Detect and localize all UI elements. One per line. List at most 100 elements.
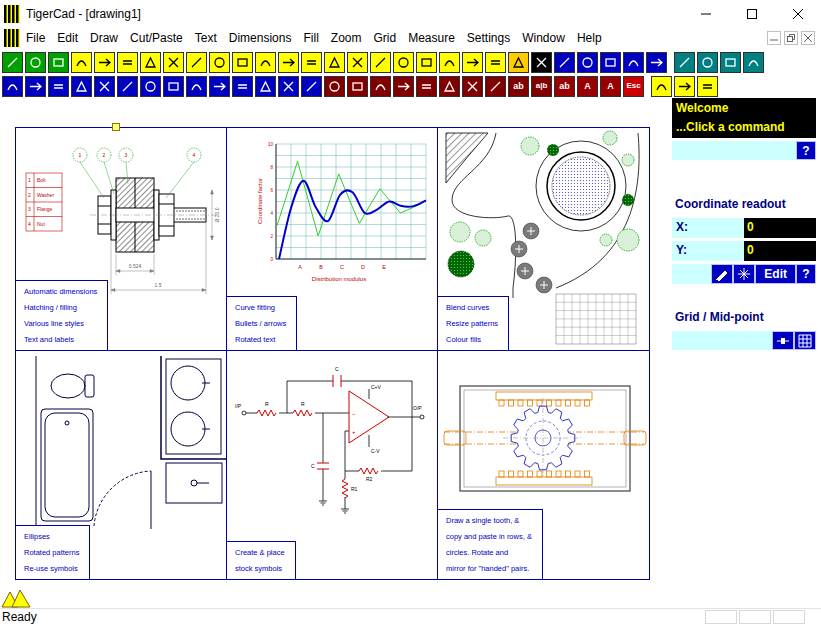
toolbar-button[interactable] — [186, 52, 207, 73]
svg-text:1: 1 — [79, 152, 82, 158]
document-restore-button[interactable] — [784, 31, 798, 45]
help-button[interactable]: ? — [796, 264, 816, 284]
menu-item[interactable]: Help — [571, 31, 608, 45]
maximize-button[interactable] — [729, 0, 775, 28]
toolbar-button[interactable]: ab — [554, 76, 575, 97]
toolbar-button[interactable]: A — [600, 76, 621, 97]
document-minimize-button[interactable] — [767, 31, 781, 45]
toolbar-button[interactable] — [324, 76, 345, 97]
toolbar-button[interactable] — [232, 76, 253, 97]
toolbar-button[interactable] — [255, 52, 276, 73]
toolbar-button[interactable] — [163, 52, 184, 73]
toolbar-button[interactable] — [140, 76, 161, 97]
menu-item[interactable]: Window — [516, 31, 571, 45]
toolbar-button[interactable] — [439, 76, 460, 97]
tool-icon — [465, 79, 480, 94]
toolbar-button[interactable]: ab — [508, 76, 529, 97]
menu-item[interactable]: Draw — [84, 31, 124, 45]
toolbar-button[interactable] — [278, 52, 299, 73]
toolbar-button[interactable] — [48, 52, 69, 73]
toolbar-button[interactable] — [623, 52, 644, 73]
toolbar-button[interactable] — [439, 52, 460, 73]
toolbar-button[interactable] — [278, 76, 299, 97]
toolbar-button[interactable] — [255, 76, 276, 97]
toolbar-button[interactable]: Esc — [623, 76, 644, 97]
toolbar-button[interactable] — [720, 52, 741, 73]
toolbar-button[interactable] — [697, 52, 718, 73]
selection-handle[interactable] — [112, 123, 120, 131]
toolbar-button[interactable] — [674, 76, 695, 97]
menu-item[interactable]: Grid — [367, 31, 402, 45]
bath — [41, 409, 93, 521]
toolbar-button[interactable] — [462, 76, 483, 97]
toolbar-button[interactable] — [186, 76, 207, 97]
drawing-canvas[interactable]: 1Bolt2Washer3Flange4Nut12340.5241.5Ø 20.… — [0, 98, 668, 608]
toolbar-button[interactable] — [117, 76, 138, 97]
menu-item[interactable]: Zoom — [325, 31, 368, 45]
toolbar-button[interactable] — [2, 52, 23, 73]
toolbar-button[interactable] — [94, 76, 115, 97]
caption-line: mirror for "handed" pairs. — [446, 561, 532, 577]
toolbar-button[interactable]: a|b — [531, 76, 552, 97]
toolbar-button[interactable] — [485, 76, 506, 97]
toolbar-button[interactable] — [140, 52, 161, 73]
toolbar-button[interactable] — [94, 52, 115, 73]
toolbar-button[interactable] — [743, 52, 764, 73]
document-close-button[interactable] — [801, 31, 815, 45]
toolbar-button[interactable] — [600, 52, 621, 73]
toolbar-button[interactable] — [25, 52, 46, 73]
toolbar-button[interactable] — [577, 52, 598, 73]
toolbar-button[interactable] — [554, 52, 575, 73]
toolbar-button[interactable] — [416, 76, 437, 97]
toolbar-button[interactable] — [393, 52, 414, 73]
minimize-button[interactable] — [683, 0, 729, 28]
menu-item[interactable]: Dimensions — [223, 31, 298, 45]
toolbar-button[interactable] — [651, 76, 672, 97]
toolbar-button[interactable] — [71, 52, 92, 73]
toolbar-button[interactable] — [416, 52, 437, 73]
menu-item[interactable]: Text — [189, 31, 223, 45]
toolbar-button[interactable] — [393, 76, 414, 97]
menu-item[interactable]: Cut/Paste — [124, 31, 189, 45]
shrub — [450, 222, 470, 242]
toolbar-button[interactable] — [25, 76, 46, 97]
toolbar-button[interactable] — [508, 52, 529, 73]
menu-item[interactable]: Settings — [461, 31, 516, 45]
toolbar-button[interactable] — [485, 52, 506, 73]
toolbar-button[interactable] — [531, 52, 552, 73]
toolbar-button[interactable] — [301, 76, 322, 97]
toolbar-button[interactable] — [117, 52, 138, 73]
coordinate-field[interactable]: 0 — [744, 241, 816, 261]
toolbar-button[interactable] — [697, 76, 718, 97]
toolbar-button[interactable] — [209, 76, 230, 97]
toolbar-button[interactable] — [370, 76, 391, 97]
snap-button[interactable] — [733, 264, 755, 284]
midpoint-button[interactable] — [772, 331, 794, 350]
toolbar-button[interactable] — [347, 76, 368, 97]
help-button[interactable]: ? — [796, 141, 816, 160]
toolbar-button[interactable] — [462, 52, 483, 73]
toolbar-button[interactable] — [48, 76, 69, 97]
menu-item[interactable]: Measure — [402, 31, 461, 45]
toolbar-button[interactable] — [347, 52, 368, 73]
toolbar-button[interactable] — [71, 76, 92, 97]
pick-point-button[interactable] — [711, 264, 733, 284]
toolbar-button[interactable] — [324, 52, 345, 73]
grid-button[interactable] — [794, 331, 816, 350]
toolbar-button[interactable] — [370, 52, 391, 73]
coordinate-field[interactable]: 0 — [744, 218, 816, 238]
toolbar-button[interactable] — [646, 52, 667, 73]
edit-button[interactable]: Edit — [755, 264, 796, 284]
toolbar-button[interactable] — [2, 76, 23, 97]
menu-item[interactable]: File — [20, 31, 51, 45]
toolbar-button[interactable] — [209, 52, 230, 73]
toolbar-button[interactable] — [674, 52, 695, 73]
toolbar-button[interactable] — [301, 52, 322, 73]
close-button[interactable] — [775, 0, 821, 28]
document-menu[interactable] — [4, 29, 20, 47]
toolbar-button[interactable] — [163, 76, 184, 97]
toolbar-button[interactable] — [232, 52, 253, 73]
menu-item[interactable]: Fill — [297, 31, 324, 45]
menu-item[interactable]: Edit — [51, 31, 84, 45]
toolbar-button[interactable]: A — [577, 76, 598, 97]
